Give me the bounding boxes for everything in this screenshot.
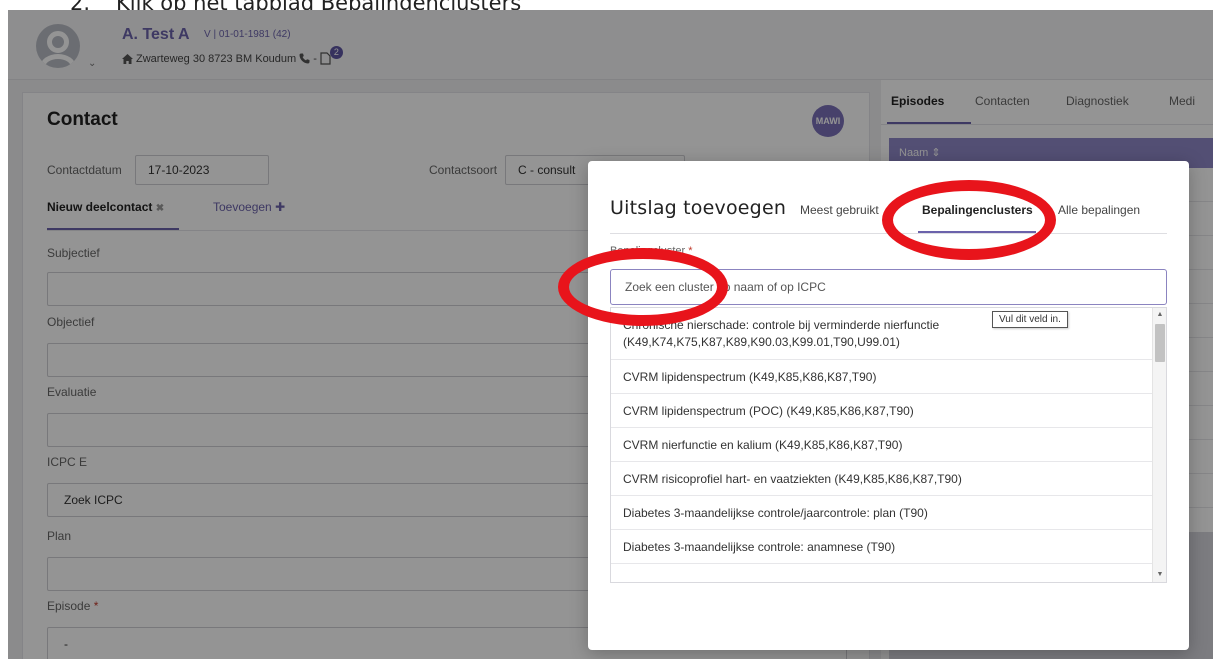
validation-tooltip: Vul dit veld in.	[992, 311, 1068, 328]
scroll-thumb[interactable]	[1155, 324, 1165, 362]
cluster-list-items: Chronische nierschade: controle bij verm…	[611, 308, 1152, 564]
list-scrollbar[interactable]: ▲ ▼	[1152, 308, 1166, 582]
list-item[interactable]: CVRM nierfunctie en kalium (K49,K85,K86,…	[611, 428, 1152, 462]
dialog-title: Uitslag toevoegen	[610, 197, 787, 219]
tab-alle-bepalingen[interactable]: Alle bepalingen	[1058, 203, 1140, 217]
annotation-circle-search	[558, 248, 728, 326]
cluster-list[interactable]: Chronische nierschade: controle bij verm…	[610, 307, 1167, 583]
list-item[interactable]: CVRM risicoprofiel hart- en vaatziekten …	[611, 462, 1152, 496]
list-item[interactable]: Diabetes 3-maandelijkse controle/jaarcon…	[611, 496, 1152, 530]
tab-meest-gebruikt[interactable]: Meest gebruikt	[800, 203, 879, 217]
annotation-circle-tab	[882, 180, 1056, 260]
list-item[interactable]: CVRM lipidenspectrum (K49,K85,K86,K87,T9…	[611, 360, 1152, 394]
scroll-down-icon[interactable]: ▼	[1153, 568, 1166, 582]
list-item[interactable]: CVRM lipidenspectrum (POC) (K49,K85,K86,…	[611, 394, 1152, 428]
list-item[interactable]: Diabetes 3-maandelijkse controle: anamne…	[611, 530, 1152, 564]
scroll-up-icon[interactable]: ▲	[1153, 308, 1166, 322]
